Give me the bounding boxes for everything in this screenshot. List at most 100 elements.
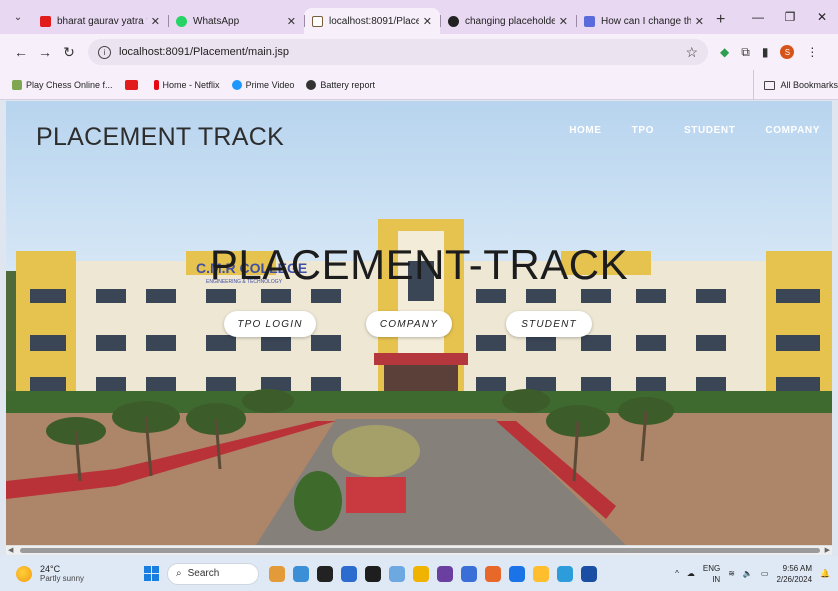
extensions-area: ◆ ⧉ ▮ S ⋮ (720, 45, 818, 60)
taskbar-app-icon[interactable] (437, 565, 453, 582)
taskbar-app-icon[interactable] (461, 565, 477, 582)
clock-date: 2/26/2024 (776, 574, 813, 584)
all-bookmarks-button[interactable]: All Bookmarks (753, 70, 838, 100)
taskbar-app-icon[interactable] (413, 565, 429, 582)
close-icon[interactable]: ✕ (151, 15, 160, 28)
tab-0[interactable]: bharat gaurav yatra telugu - ✕ (32, 8, 168, 34)
nav-tpo[interactable]: TPO (632, 125, 654, 136)
forward-arrow-icon[interactable]: → (34, 44, 56, 60)
github-icon (448, 15, 459, 27)
student-button[interactable]: STUDENT (506, 311, 592, 337)
tab-strip: ⌄ bharat gaurav yatra telugu - ✕ WhatsAp… (0, 0, 838, 34)
cloud-icon[interactable]: ☁ (687, 569, 695, 578)
language-label: ENG (702, 563, 721, 573)
tab-title: localhost:8091/Placement/m (329, 15, 419, 27)
close-icon[interactable]: ✕ (423, 15, 432, 28)
scrollbar-thumb[interactable] (20, 548, 820, 553)
scroll-right-icon[interactable]: ▶ (825, 546, 830, 554)
taskbar-app-icon[interactable] (341, 565, 357, 582)
restore-icon[interactable]: ❐ (774, 10, 806, 24)
taskbar-app-icon[interactable] (557, 565, 573, 582)
page-icon (312, 15, 323, 27)
taskbar-app-icon[interactable] (365, 565, 381, 582)
bookmark-star-icon[interactable]: ☆ (685, 44, 698, 61)
extension-leaf-icon[interactable]: ◆ (720, 45, 729, 59)
close-icon[interactable]: ✕ (287, 15, 296, 28)
close-icon[interactable]: ✕ (559, 15, 568, 28)
bookmarks-bar: Play Chess Online f... Home - Netflix Pr… (0, 70, 838, 100)
search-placeholder: Search (187, 568, 220, 579)
system-tray: ^ ☁ ENG IN ≋ 🔈 ▭ 9:56 AM 2/26/2024 🔔 (675, 556, 830, 591)
company-button[interactable]: COMPANY (366, 311, 452, 337)
globe-icon (306, 79, 317, 90)
bookmark-battery-report[interactable]: Battery report (306, 79, 375, 90)
taskbar-app-icon[interactable] (485, 565, 501, 582)
taskbar-app-icon[interactable] (581, 565, 597, 582)
tab-search-button[interactable]: ⌄ (8, 7, 28, 27)
taskbar-apps (269, 565, 597, 582)
weather-widget[interactable]: 24°C Partly sunny (16, 564, 144, 583)
tab-1[interactable]: WhatsApp ✕ (168, 8, 304, 34)
extensions-puzzle-icon[interactable]: ⧉ (741, 45, 750, 60)
language-indicator[interactable]: ENG IN (703, 563, 720, 585)
site-brand[interactable]: PLACEMENT TRACK (36, 123, 284, 152)
tab-3[interactable]: changing placeholder text " ✕ (440, 8, 576, 34)
youtube-icon (40, 15, 51, 27)
page-viewport: C.M.R COLLEGE ENGINEERING & TECHNOLOGY P… (6, 101, 832, 545)
wifi-icon[interactable]: ≋ (728, 569, 735, 578)
back-arrow-icon[interactable]: ← (10, 44, 32, 60)
bookmark-prime-video[interactable]: Prime Video (231, 79, 294, 90)
tab-title: changing placeholder text " (465, 15, 555, 27)
taskbar-app-icon[interactable] (509, 565, 525, 582)
weather-desc: Partly sunny (40, 574, 85, 583)
tab-title: How can I change the defau (601, 15, 691, 27)
tab-2[interactable]: localhost:8091/Placement/m ✕ (304, 8, 440, 34)
weather-temp: 24°C (40, 564, 61, 574)
taskbar-app-icon[interactable] (533, 565, 549, 582)
bookmark-netflix[interactable]: Home - Netflix (153, 79, 220, 90)
tab-title: bharat gaurav yatra telugu - (57, 15, 147, 27)
horizontal-scrollbar[interactable]: ◀ ▶ (6, 545, 832, 555)
site-nav: HOME TPO STUDENT COMPANY (569, 125, 820, 136)
region-label: IN (712, 574, 721, 584)
new-tab-button[interactable]: + (716, 11, 725, 29)
browser-toolbar: ← → ↻ i localhost:8091/Placement/main.js… (0, 34, 838, 70)
chess-icon (12, 79, 22, 90)
address-bar[interactable]: i localhost:8091/Placement/main.jsp ☆ (88, 39, 708, 65)
taskbar-app-icon[interactable] (269, 565, 285, 582)
nav-student[interactable]: STUDENT (684, 125, 735, 136)
chevron-up-icon[interactable]: ^ (675, 569, 679, 578)
close-window-icon[interactable]: ✕ (806, 10, 838, 24)
netflix-icon (153, 79, 159, 90)
windows-start-icon[interactable] (144, 566, 159, 581)
reload-icon[interactable]: ↻ (58, 44, 80, 61)
taskbar-app-icon[interactable] (317, 565, 333, 582)
profile-avatar[interactable]: S (780, 45, 795, 59)
tab-4[interactable]: How can I change the defau ✕ (576, 8, 712, 34)
close-icon[interactable]: ✕ (695, 15, 704, 28)
hero-title: PLACEMENT-TRACK (209, 241, 629, 288)
minimize-icon[interactable]: — (742, 10, 774, 24)
nav-home[interactable]: HOME (569, 125, 601, 136)
bookmark-label: Battery report (320, 79, 375, 90)
clock-time: 9:56 AM (782, 563, 813, 573)
tab-title: WhatsApp (193, 15, 240, 27)
clock[interactable]: 9:56 AM 2/26/2024 (776, 563, 812, 585)
taskbar-search[interactable]: ⌕ Search (167, 562, 259, 585)
bookmark-youtube[interactable] (124, 79, 142, 90)
side-panel-icon[interactable]: ▮ (762, 45, 769, 59)
bookmark-label: Play Chess Online f... (26, 79, 113, 90)
taskbar-app-icon[interactable] (389, 565, 405, 582)
battery-icon[interactable]: ▭ (761, 569, 769, 578)
menu-kebab-icon[interactable]: ⋮ (806, 45, 818, 59)
nav-company[interactable]: COMPANY (765, 125, 820, 136)
prime-video-icon (231, 79, 242, 90)
notification-bell-icon[interactable]: 🔔 (820, 569, 830, 578)
volume-icon[interactable]: 🔈 (743, 569, 753, 578)
tpo-login-button[interactable]: TPO LOGIN (224, 311, 316, 337)
taskbar-app-icon[interactable] (293, 565, 309, 582)
site-info-icon[interactable]: i (98, 45, 111, 59)
url-text[interactable]: localhost:8091/Placement/main.jsp (119, 46, 685, 58)
scroll-left-icon[interactable]: ◀ (8, 546, 13, 554)
bookmark-chess[interactable]: Play Chess Online f... (12, 79, 113, 90)
